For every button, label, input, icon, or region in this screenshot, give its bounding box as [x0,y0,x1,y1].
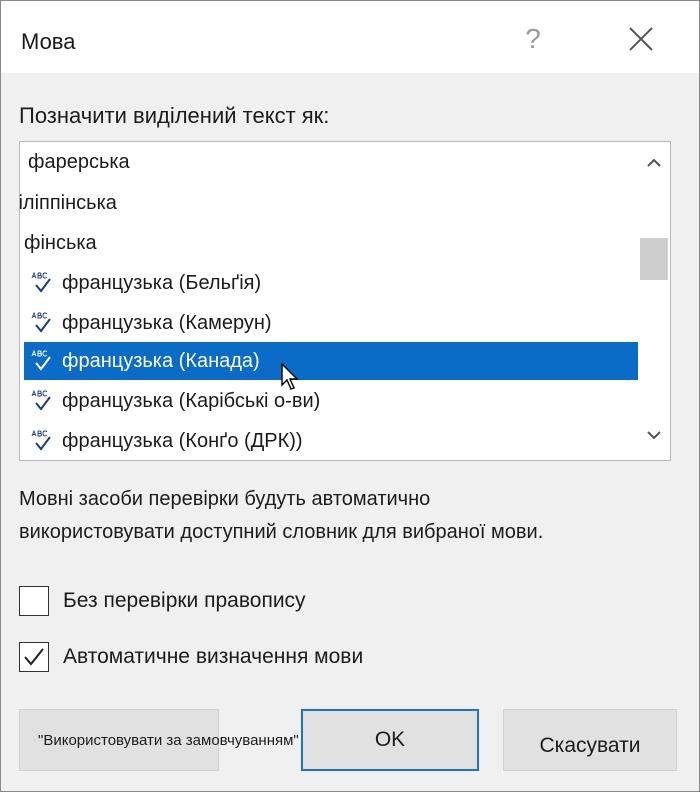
proofing-description: Мовні засоби перевірки будуть автоматичн… [19,483,679,549]
chevron-down-icon [647,431,661,440]
mark-text-as-label: Позначити виділений текст як: [19,103,330,128]
auto-detect-checkbox[interactable] [19,642,49,672]
language-listbox[interactable]: фарерська філіппінська фінська французька (… [19,141,671,461]
scroll-thumb[interactable] [640,238,668,280]
scroll-down-button[interactable] [638,418,670,452]
language-item-label: французька (Бельґія) [62,271,262,294]
language-item[interactable]: фінська [24,224,638,262]
ok-button[interactable]: OK [301,709,479,771]
chevron-up-icon [647,158,661,167]
no-spellcheck-checkbox[interactable] [19,586,49,616]
language-item-label: французька (Канада) [62,349,260,372]
no-spellcheck-label: Без перевірки правопису [63,589,306,612]
list-scrollbar[interactable] [638,142,670,460]
abc-check-icon [24,310,62,336]
description-line-2: використовувати доступний словник для ви… [19,521,544,543]
language-item[interactable]: французька (Камерун) [24,304,638,342]
help-button[interactable]: ? [509,15,557,63]
description-line-1: Мовні засоби перевірки будуть автоматичн… [19,488,431,510]
language-list: фарерська філіппінська фінська французька (… [20,142,638,460]
language-item[interactable]: французька (Бельґія) [24,264,638,302]
language-item-label: французька (Камерун) [62,311,272,334]
language-item-label: філіппінська [19,191,117,214]
abc-check-icon [24,428,62,454]
cancel-button[interactable]: Скасувати [503,709,677,771]
close-button[interactable] [615,15,667,63]
no-spellcheck-option[interactable]: Без перевірки правопису [19,585,306,617]
language-item-label: французька (Карібські о-ви) [62,389,321,412]
language-item-label: фарерська [28,150,130,173]
language-item[interactable]: французька (Конґо (ДРК)) [24,422,638,460]
auto-detect-label: Автоматичне визначення мови [63,645,364,668]
scroll-up-button[interactable] [638,146,670,180]
title-bar: Мова ? [1,1,699,73]
language-dialog: Мова ? Позначити виділений текст як: фар… [0,0,700,792]
dialog-title: Мова [21,29,76,54]
language-item[interactable]: французька (Карібські о-ви) [24,382,638,420]
auto-detect-option[interactable]: Автоматичне визначення мови [19,641,363,673]
checkmark-icon [24,648,44,666]
help-icon: ? [525,23,541,54]
language-item[interactable]: фарерська [24,143,638,181]
mouse-pointer-icon [281,363,299,390]
language-item-label: французька (Конґо (ДРК)) [62,429,303,452]
abc-check-icon [24,270,62,296]
abc-check-icon [24,388,62,414]
language-item[interactable]: французька (Канада) [24,342,638,380]
language-item[interactable]: філіппінська [20,184,638,222]
language-item-label: фінська [24,231,97,254]
set-default-button[interactable]: "Використовувати за замовчуванням" [19,709,299,771]
close-icon [629,27,653,51]
abc-check-icon [24,348,62,374]
